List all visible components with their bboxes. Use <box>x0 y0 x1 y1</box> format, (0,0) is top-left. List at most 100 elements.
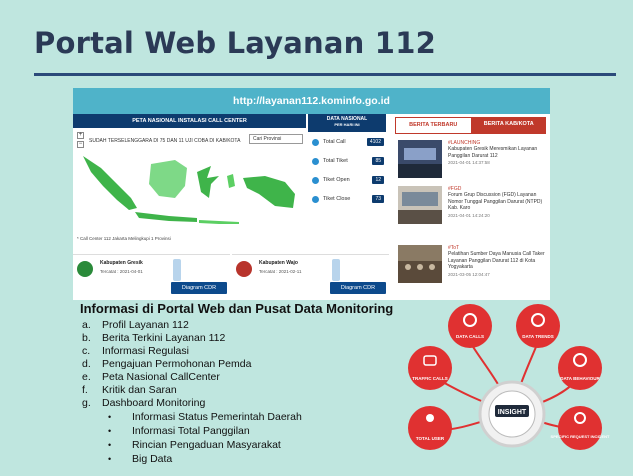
regency-chart-placeholder <box>173 259 181 281</box>
news-panel: BERITA TERBARU BERITA KAB/KOTA #LAUNCHIN… <box>391 114 550 300</box>
news-text: #LAUNCHING Kabupaten Gresik Meresmikan L… <box>448 140 548 165</box>
list-text: Profil Layanan 112 <box>102 319 189 331</box>
papua-island <box>243 176 295 208</box>
phone-icon <box>312 138 319 146</box>
regency-date: Tercatat : 2021-04-01 <box>100 269 143 274</box>
news-tabs: BERITA TERBARU BERITA KAB/KOTA <box>395 117 546 134</box>
province-select[interactable]: Cari Provinsi <box>249 134 303 144</box>
stat-value: 4102 <box>366 138 384 146</box>
sub-list-item: • Rincian Pengaduan Masyarakat <box>108 439 281 451</box>
stat-value: 12 <box>372 176 384 184</box>
tab-berita-kabkota[interactable]: BERITA KAB/KOTA <box>471 117 546 134</box>
ticket-icon <box>312 176 319 184</box>
title-divider <box>34 73 616 76</box>
regency-card-wajo: Kabupaten Wajo Tercatat : 2021-02-11 Dia… <box>232 254 389 300</box>
sumatra-island <box>83 156 137 210</box>
news-title[interactable]: Forum Grup Discussion (FGD) Layanan Nomo… <box>448 192 548 212</box>
regency-chart-placeholder <box>332 259 340 281</box>
tab-berita-terbaru[interactable]: BERITA TERBARU <box>395 117 472 134</box>
bullet-icon: • <box>108 426 112 436</box>
map-header: PETA NASIONAL INSTALASI CALL CENTER <box>73 114 306 128</box>
node-label: SPECIFIC REQUEST INCIDENT <box>551 434 610 439</box>
news-date: 2021-04-01 14:24:20 <box>448 212 490 218</box>
list-item: g. Dashboard Monitoring <box>82 397 205 409</box>
stats-header-subtitle: PER HARI INI <box>334 122 360 127</box>
news-item[interactable]: #ToT Pelatihan Sumber Daya Manusia Call … <box>398 245 548 289</box>
list-text: Dashboard Monitoring <box>102 397 206 409</box>
news-thumbnail[interactable] <box>398 186 442 224</box>
list-text: Kritik dan Saran <box>102 384 177 396</box>
list-text: Berita Terkini Layanan 112 <box>102 332 226 344</box>
maluku-islands <box>227 174 235 188</box>
node-label: DATA BEHAVIOUR <box>560 376 600 381</box>
node-label: DATA TRENDS <box>522 334 553 339</box>
indonesia-map[interactable] <box>79 146 301 234</box>
news-thumbnail[interactable] <box>398 140 442 178</box>
bullet-icon: • <box>108 454 112 464</box>
regency-logo <box>77 261 93 277</box>
stat-tiket-close: Tiket Close 73 <box>312 191 384 207</box>
specific-request-node[interactable]: SPECIFIC REQUEST INCIDENT <box>551 406 610 450</box>
list-text: Informasi Total Panggilan <box>132 425 250 437</box>
portal-screenshot: http://layanan112.kominfo.go.id PETA NAS… <box>73 88 550 300</box>
list-text: Peta Nasional CallCenter <box>102 371 220 383</box>
list-text: Rincian Pengaduan Masyarakat <box>132 439 281 451</box>
list-text: Pengajuan Permohonan Pemda <box>102 358 252 370</box>
regency-card-gresik: Kabupaten Gresik Tercatat : 2021-04-01 D… <box>73 254 230 300</box>
list-text: Informasi Status Pemerintah Daerah <box>132 411 302 423</box>
stat-label: Total Call <box>323 139 346 145</box>
ticket-icon <box>312 157 319 165</box>
stat-label: Tiket Open <box>323 177 350 183</box>
map-subtitle: SUDAH TERSELENGGARA DI 75 DAN 11 UJI COB… <box>89 138 241 144</box>
slide-title: Portal Web Layanan 112 <box>34 26 436 60</box>
ticket-icon <box>312 195 319 203</box>
diagram-cdr-button[interactable]: Diagram CDR <box>171 282 227 294</box>
user-icon <box>426 414 434 422</box>
traffic-calls-node[interactable]: TRAFFIC CALLS <box>408 346 452 390</box>
java-island <box>135 212 197 222</box>
sub-list-item: • Informasi Status Pemerintah Daerah <box>108 411 302 423</box>
list-item: b. Berita Terkini Layanan 112 <box>82 332 225 344</box>
map-footnote: * Call Center 112 Jakarta Melingkupi 1 P… <box>77 236 171 241</box>
list-marker: d. <box>82 358 91 370</box>
news-title[interactable]: Pelatihan Sumber Daya Manusia Call Taker… <box>448 251 548 271</box>
data-calls-node[interactable]: DATA CALLS <box>448 304 492 348</box>
news-item[interactable]: #LAUNCHING Kabupaten Gresik Meresmikan L… <box>398 140 548 184</box>
list-marker: b. <box>82 332 91 344</box>
zoom-in-button[interactable]: + <box>77 132 84 139</box>
node-label: TOTAL USER <box>416 436 445 441</box>
list-item: c. Informasi Regulasi <box>82 345 189 357</box>
list-item: d. Pengajuan Permohonan Pemda <box>82 358 251 370</box>
list-item: a. Profil Layanan 112 <box>82 319 189 331</box>
news-thumbnail[interactable] <box>398 245 442 283</box>
news-date: 2021-04-01 14:37:58 <box>448 160 490 165</box>
national-stats-panel: DATA NASIONAL PER HARI INI Total Call 41… <box>308 114 386 251</box>
list-marker: e. <box>82 371 91 383</box>
data-behaviour-node[interactable]: DATA BEHAVIOUR <box>558 346 602 390</box>
bullet-icon: • <box>108 412 112 422</box>
portal-url-bar[interactable]: http://layanan112.kominfo.go.id <box>73 88 550 114</box>
list-item: e. Peta Nasional CallCenter <box>82 371 220 383</box>
list-marker: c. <box>82 345 91 357</box>
stat-tiket-open: Tiket Open 12 <box>312 172 384 188</box>
kalimantan-island <box>149 160 187 198</box>
list-marker: a. <box>82 319 91 331</box>
info-title: Informasi di Portal Web dan Pusat Data M… <box>80 301 394 316</box>
sulawesi-island <box>197 166 219 198</box>
stat-value: 73 <box>372 195 384 203</box>
node-label: DATA CALLS <box>456 334 484 339</box>
list-marker: g. <box>82 397 91 409</box>
list-text: Informasi Regulasi <box>102 345 189 357</box>
news-title[interactable]: Kabupaten Gresik Meresmikan Layanan Pang… <box>448 146 548 159</box>
news-text: #FGD Forum Grup Discussion (FGD) Layanan… <box>448 186 548 218</box>
total-user-node[interactable]: TOTAL USER <box>408 406 452 450</box>
stats-header: DATA NASIONAL PER HARI INI <box>308 114 386 132</box>
node-label: TRAFFIC CALLS <box>412 376 448 381</box>
news-item[interactable]: #FGD Forum Grup Discussion (FGD) Layanan… <box>398 186 548 230</box>
stat-total-call: Total Call 4102 <box>312 134 384 150</box>
insight-diagram: INSIGHT DATA CALLS DATA TRENDS TRAFFIC C… <box>408 304 610 450</box>
insight-center-label: INSIGHT <box>498 409 527 416</box>
news-text: #ToT Pelatihan Sumber Daya Manusia Call … <box>448 245 548 277</box>
data-trends-node[interactable]: DATA TRENDS <box>516 304 560 348</box>
diagram-cdr-button[interactable]: Diagram CDR <box>330 282 386 294</box>
